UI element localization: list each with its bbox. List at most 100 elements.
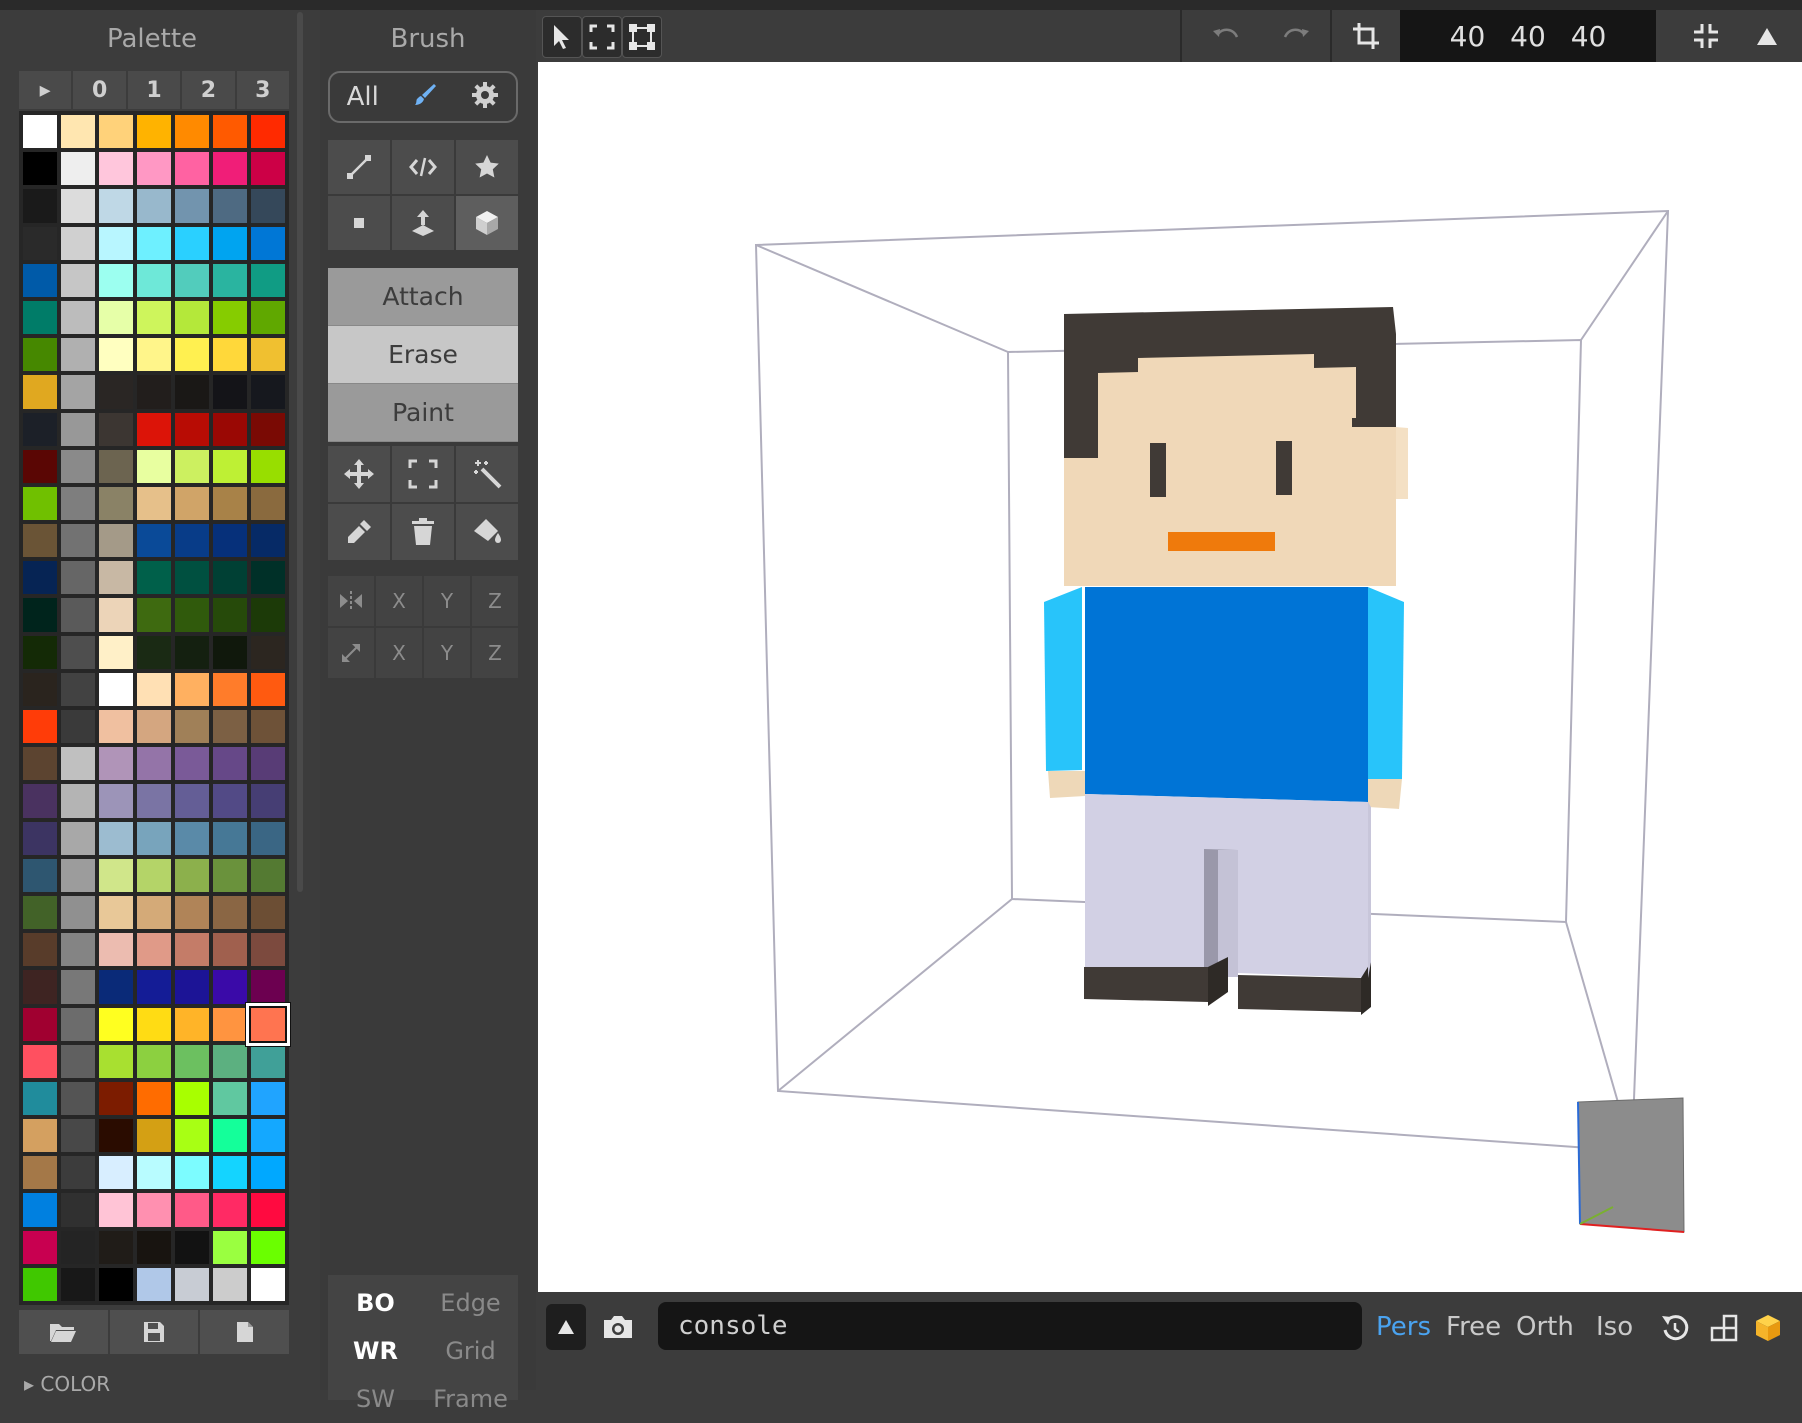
screenshot-button[interactable]: [596, 1304, 640, 1350]
palette-swatch[interactable]: [175, 226, 209, 260]
select-tool-button[interactable]: [392, 446, 454, 502]
palette-swatch[interactable]: [251, 375, 285, 409]
palette-swatch[interactable]: [213, 300, 247, 335]
palette-swatch[interactable]: [99, 598, 133, 632]
palette-swatch[interactable]: [23, 970, 57, 1004]
palette-swatch[interactable]: [213, 449, 247, 483]
palette-swatch[interactable]: [137, 895, 171, 930]
palette-swatch[interactable]: [137, 1081, 171, 1116]
palette-swatch[interactable]: [137, 784, 171, 818]
palette-swatch[interactable]: [23, 635, 57, 669]
palette-swatch[interactable]: [23, 1044, 57, 1078]
palette-swatch[interactable]: [137, 1156, 171, 1190]
palette-swatch[interactable]: [213, 747, 247, 781]
box-brush-button[interactable]: [456, 196, 518, 250]
palette-swatch[interactable]: [137, 858, 171, 892]
toggle-panel-up-button[interactable]: [1740, 16, 1794, 56]
palette-swatch[interactable]: [99, 152, 133, 186]
palette-swatch[interactable]: [99, 1119, 133, 1153]
extrude-brush-button[interactable]: [392, 196, 454, 250]
palette-swatch[interactable]: [23, 821, 57, 855]
palette-swatch[interactable]: [175, 152, 209, 186]
palette-tab-1[interactable]: 1: [127, 71, 181, 109]
mirror-y-button[interactable]: Y: [424, 576, 470, 626]
render-frame-toggle[interactable]: Frame: [423, 1375, 518, 1423]
palette-swatch[interactable]: [251, 784, 285, 818]
palette-swatch[interactable]: [61, 858, 95, 892]
palette-swatch[interactable]: [99, 672, 133, 706]
palette-swatch[interactable]: [213, 1230, 247, 1264]
palette-tab-0[interactable]: 0: [73, 71, 126, 109]
palette-swatch[interactable]: [251, 226, 285, 260]
render-sw-toggle[interactable]: SW: [328, 1375, 423, 1423]
palette-swatch[interactable]: [175, 1081, 209, 1116]
palette-swatch[interactable]: [137, 486, 171, 521]
palette-swatch[interactable]: [251, 524, 285, 558]
palette-swatch[interactable]: [213, 226, 247, 260]
mirror-button[interactable]: [328, 576, 374, 626]
palette-swatch[interactable]: [137, 1007, 171, 1041]
palette-swatch[interactable]: [61, 189, 95, 223]
palette-swatch[interactable]: [99, 710, 133, 744]
palette-swatch[interactable]: [61, 412, 95, 446]
palette-swatch[interactable]: [99, 263, 133, 297]
palette-swatch[interactable]: [251, 115, 285, 149]
palette-swatch[interactable]: [137, 821, 171, 855]
palette-swatch[interactable]: [137, 263, 171, 297]
palette-swatch[interactable]: [23, 486, 57, 521]
voxel-brush-button[interactable]: [328, 196, 390, 250]
palette-swatch[interactable]: [99, 561, 133, 595]
palette-swatch[interactable]: [175, 1044, 209, 1078]
palette-swatch[interactable]: [251, 486, 285, 521]
palette-swatch[interactable]: [213, 1081, 247, 1116]
palette-swatch[interactable]: [251, 635, 285, 669]
palette-swatch[interactable]: [23, 115, 57, 149]
palette-swatch[interactable]: [251, 189, 285, 223]
palette-swatch[interactable]: [251, 1044, 285, 1078]
palette-swatch[interactable]: [213, 821, 247, 855]
palette-swatch[interactable]: [251, 1081, 285, 1116]
mirror-z-button[interactable]: Z: [472, 576, 518, 626]
scale-button[interactable]: [328, 628, 374, 678]
palette-swatch[interactable]: [175, 412, 209, 446]
palette-swatch[interactable]: [61, 561, 95, 595]
palette-swatch[interactable]: [61, 1156, 95, 1190]
palette-swatch[interactable]: [213, 598, 247, 632]
palette-swatch[interactable]: [213, 895, 247, 930]
palette-swatch[interactable]: [99, 1007, 133, 1041]
reset-camera-button[interactable]: [1656, 1308, 1696, 1348]
redo-button[interactable]: [1266, 16, 1326, 56]
move-tool-button[interactable]: [328, 446, 390, 502]
palette-swatch[interactable]: [213, 1156, 247, 1190]
palette-swatch[interactable]: [61, 895, 95, 930]
palette-swatch[interactable]: [23, 263, 57, 297]
console-input[interactable]: console: [658, 1302, 1362, 1350]
palette-swatch[interactable]: [23, 1081, 57, 1116]
palette-swatch[interactable]: [61, 970, 95, 1004]
palette-swatch[interactable]: [137, 115, 171, 149]
palette-swatch[interactable]: [251, 933, 285, 967]
palette-swatch[interactable]: [99, 970, 133, 1004]
palette-swatch[interactable]: [175, 115, 209, 149]
palette-swatch[interactable]: [61, 598, 95, 632]
palette-swatch[interactable]: [23, 747, 57, 781]
filter-all-button[interactable]: All: [347, 82, 379, 112]
palette-swatch[interactable]: [213, 1044, 247, 1078]
palette-swatch[interactable]: [61, 115, 95, 149]
palette-swatch[interactable]: [175, 300, 209, 335]
palette-swatch[interactable]: [61, 1193, 95, 1227]
scale-x-button[interactable]: X: [376, 628, 422, 678]
palette-swatch[interactable]: [61, 821, 95, 855]
palette-swatch[interactable]: [137, 375, 171, 409]
render-grid-toggle[interactable]: Grid: [423, 1327, 518, 1375]
resize-select-button[interactable]: [622, 16, 662, 58]
palette-swatch[interactable]: [213, 672, 247, 706]
palette-swatch[interactable]: [175, 895, 209, 930]
palette-swatch[interactable]: [251, 263, 285, 297]
palette-swatch[interactable]: [99, 189, 133, 223]
palette-swatch[interactable]: [213, 152, 247, 186]
palette-swatch[interactable]: [213, 1007, 247, 1041]
camera-iso-button[interactable]: Iso: [1596, 1312, 1633, 1342]
palette-swatch[interactable]: [137, 1044, 171, 1078]
palette-swatch[interactable]: [137, 598, 171, 632]
